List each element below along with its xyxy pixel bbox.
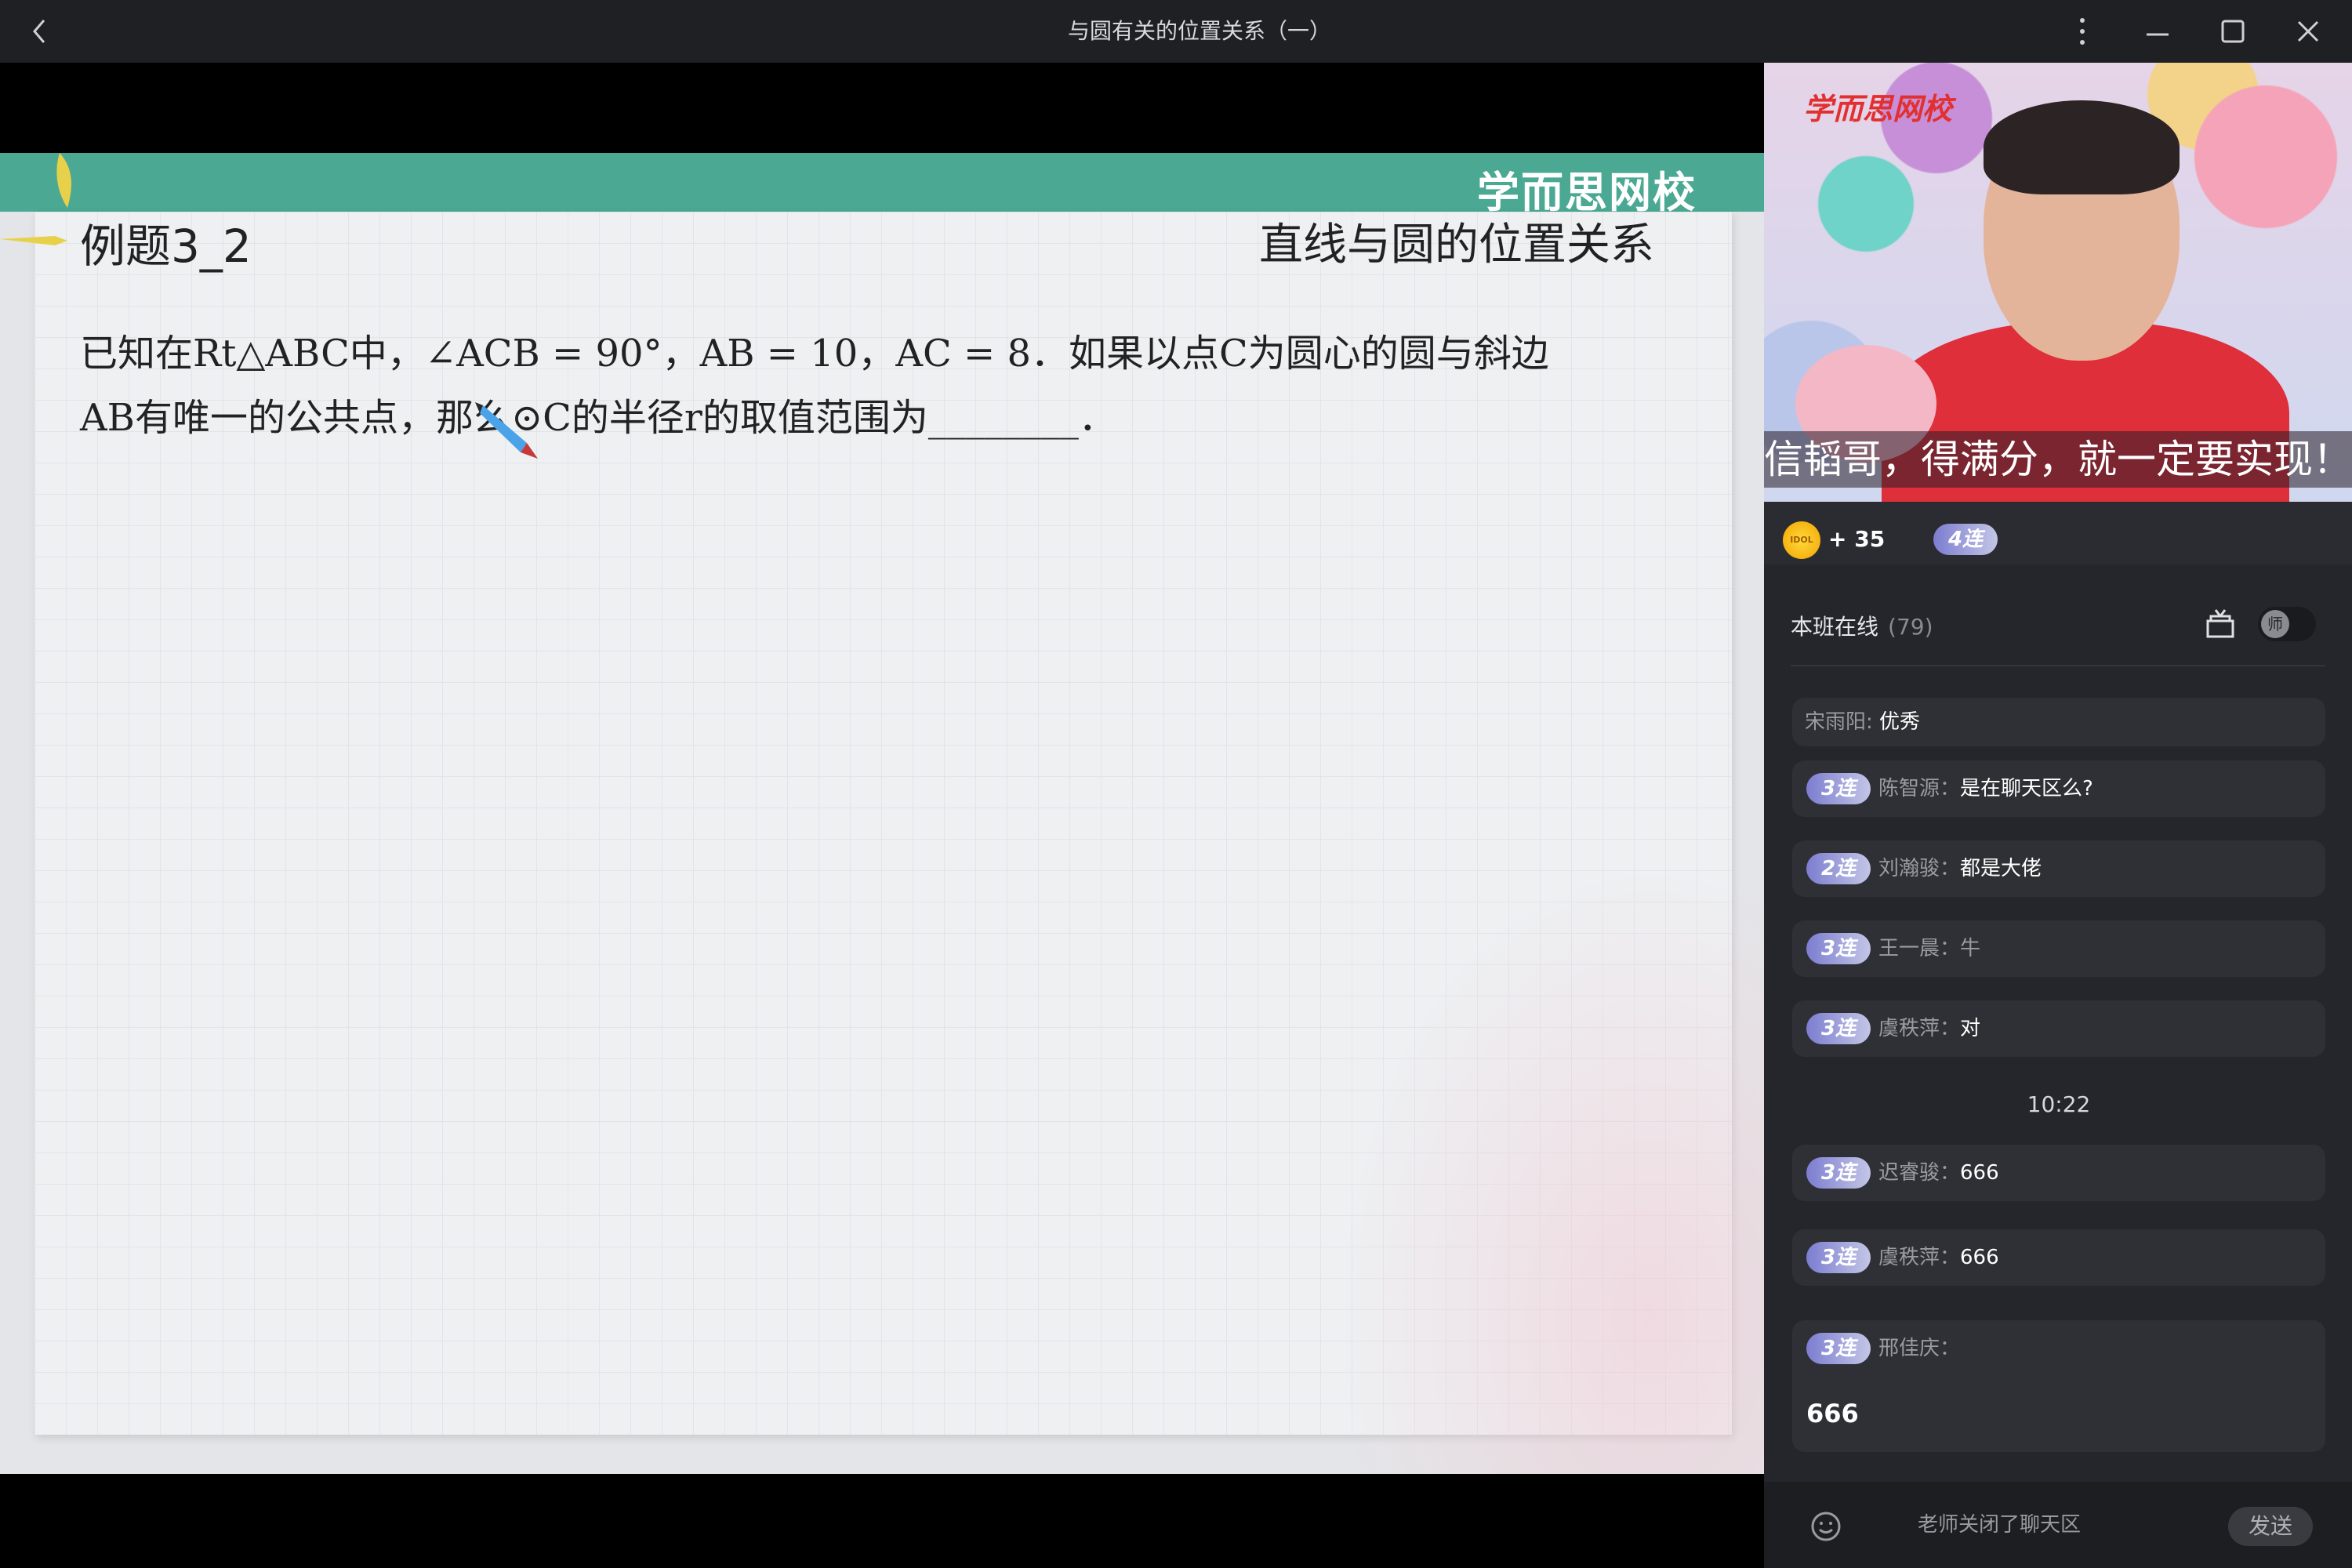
online-header: 本班在线 (79) 师 (1764, 580, 2352, 666)
streak-badge: 2连 (1806, 853, 1871, 884)
chat-text: 是在聊天区么? (1960, 777, 2093, 800)
streak-badge: 3连 (1806, 1242, 1871, 1273)
chat-message: 3连 陈智源：是在聊天区么? (1792, 760, 2325, 817)
arrow-decoration-icon (0, 236, 67, 245)
streak-badge: 3连 (1806, 1157, 1871, 1189)
streak-badge: 3连 (1806, 1013, 1871, 1044)
teacher-hair (1984, 100, 2180, 194)
chat-username: 虞秩萍： (1878, 1017, 1961, 1040)
chat-timestamp: 10:22 (2027, 1091, 2091, 1117)
leaf-decoration-icon (56, 153, 71, 208)
coin-icon: IDOL (1783, 521, 1820, 559)
chat-text: 对 (1960, 1017, 1981, 1040)
chat-text: 666 (1806, 1399, 1859, 1428)
problem-text: 已知在Rt△ABC中，∠ACB = 90°，AB = 10，AC = 8．如果以… (80, 321, 1687, 450)
video-slogan: 信韬哥，得满分，就一定要实现！ (1764, 431, 2352, 488)
chat-text: 优秀 (1879, 710, 1921, 734)
chat-message: 3连 虞秩萍：对 (1792, 1000, 2325, 1057)
emoji-icon[interactable] (1809, 1510, 1842, 1543)
chat-username: 宋雨阳: (1805, 710, 1873, 734)
lesson-slide: 学而思网校 例题3_2 直线与圆的位置关系 已知在Rt△ABC中，∠ACB = … (0, 153, 1764, 1474)
chat-message: 3连 虞秩萍：666 (1792, 1229, 2325, 1286)
chat-message-content: 迟睿骏：666 (1878, 1145, 1999, 1201)
streak-badge: 3连 (1806, 1333, 1871, 1364)
streak-badge: 4连 (1933, 524, 1998, 555)
coin-count: + 35 (1828, 526, 1886, 552)
chat-username: 刘瀚骏： (1878, 857, 1961, 880)
teacher-video: 学而思网校 信韬哥，得满分，就一定要实现！ (1764, 63, 2352, 502)
more-options-icon[interactable] (2062, 11, 2103, 52)
slide-header-band: 学而思网校 (0, 153, 1764, 217)
chat-text: 都是大佬 (1960, 857, 2042, 880)
chat-message: 3连 迟睿骏：666 (1792, 1145, 2325, 1201)
teacher-only-toggle[interactable]: 师 (2258, 607, 2316, 641)
chat-message: 3连 王一晨：牛 (1792, 920, 2325, 977)
problem-line-1: 已知在Rt△ABC中，∠ACB = 90°，AB = 10，AC = 8．如果以… (80, 332, 1549, 376)
maximize-icon[interactable] (2212, 11, 2253, 52)
chat-username: 迟睿骏： (1878, 1161, 1961, 1185)
chat-username: 陈智源： (1878, 777, 1961, 800)
chat-text: 牛 (1960, 937, 1981, 960)
chat-message: 2连 刘瀚骏：都是大佬 (1792, 840, 2325, 897)
chat-message-content: 刘瀚骏：都是大佬 (1878, 840, 2042, 897)
streak-badge: 3连 (1806, 773, 1871, 804)
chat-username: 虞秩萍： (1878, 1246, 1961, 1269)
online-label-text: 本班在线 (1791, 614, 1879, 640)
chat-input[interactable]: 老师关闭了聊天区 (1882, 1482, 2117, 1568)
topic-title: 直线与圆的位置关系 (1259, 220, 1654, 270)
send-button[interactable]: 发送 (2228, 1507, 2313, 1546)
gift-icon[interactable] (2203, 607, 2238, 641)
chat-message-content: 虞秩萍：666 (1878, 1229, 1999, 1286)
divider (1791, 665, 2325, 666)
flower-decoration (1308, 823, 1764, 1474)
streak-badge: 3连 (1806, 933, 1871, 964)
chat-username: 王一晨： (1878, 937, 1961, 960)
chat-message: 3连 邢佳庆： 666 (1792, 1320, 2325, 1452)
problem-line-2: AB有唯一的公共点，那么⊙C的半径r的取值范围为________． (80, 396, 1116, 440)
chat-message-content: 虞秩萍：对 (1878, 1000, 1980, 1057)
minimize-icon[interactable] (2137, 11, 2178, 52)
chat-message-content: 宋雨阳: 优秀 (1805, 698, 1920, 746)
online-label: 本班在线 (79) (1791, 610, 1933, 641)
chat-input-bar: 老师关闭了聊天区 发送 (1764, 1482, 2352, 1568)
chat-message-content: 王一晨：牛 (1878, 920, 1980, 977)
pencil-cursor-icon (475, 402, 538, 459)
chat-message: 宋雨阳: 优秀 (1792, 698, 2325, 746)
video-logo: 学而思网校 (1803, 92, 1953, 126)
chat-username: 邢佳庆： (1878, 1337, 1961, 1360)
side-panel: 学而思网校 信韬哥，得满分，就一定要实现！ IDOL + 35 4连 本班在线 (… (1764, 63, 2352, 1568)
rewards-row: IDOL + 35 4连 (1764, 502, 2352, 564)
close-icon[interactable] (2288, 11, 2328, 52)
chat-message-content: 陈智源：是在聊天区么? (1878, 760, 2093, 817)
online-count: (79) (1888, 614, 1933, 640)
teacher-toggle-knob: 师 (2261, 610, 2289, 638)
title-bar: 与圆有关的位置关系（一） (0, 0, 2352, 63)
chat-text: 666 (1960, 1161, 1999, 1185)
window-title: 与圆有关的位置关系（一） (1067, 18, 1331, 44)
chat-text: 666 (1960, 1246, 1999, 1269)
example-title: 例题3_2 (80, 220, 252, 273)
